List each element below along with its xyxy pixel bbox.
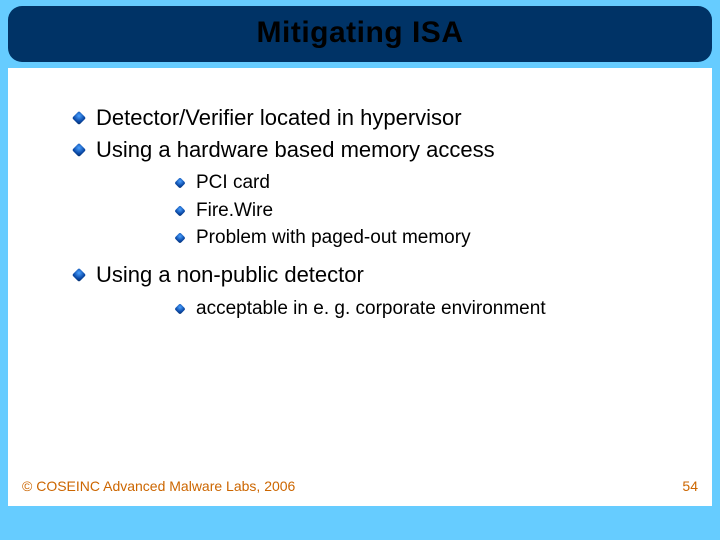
- bullet-list: Detector/Verifier located in hypervisor …: [32, 104, 688, 321]
- title-bar: Mitigating ISA: [8, 6, 712, 62]
- slide-footer: © COSEINC Advanced Malware Labs, 2006 54: [22, 478, 698, 494]
- page-number: 54: [682, 478, 698, 494]
- list-item: Problem with paged-out memory: [96, 226, 688, 251]
- slide-title: Mitigating ISA: [8, 16, 712, 50]
- list-item-text: Using a hardware based memory access: [96, 137, 495, 162]
- list-item: acceptable in e. g. corporate environmen…: [96, 297, 688, 322]
- list-item: PCI card: [96, 171, 688, 196]
- sub-bullet-list: acceptable in e. g. corporate environmen…: [96, 297, 688, 322]
- slide-body: Detector/Verifier located in hypervisor …: [8, 68, 712, 506]
- copyright-text: © COSEINC Advanced Malware Labs, 2006: [22, 478, 295, 494]
- list-item: Using a non-public detector acceptable i…: [32, 261, 688, 321]
- list-item: Fire.Wire: [96, 199, 688, 224]
- list-item-text: Using a non-public detector: [96, 262, 364, 287]
- sub-bullet-list: PCI card Fire.Wire Problem with paged-ou…: [96, 171, 688, 251]
- list-item: Detector/Verifier located in hypervisor: [32, 104, 688, 132]
- list-item: Using a hardware based memory access PCI…: [32, 136, 688, 252]
